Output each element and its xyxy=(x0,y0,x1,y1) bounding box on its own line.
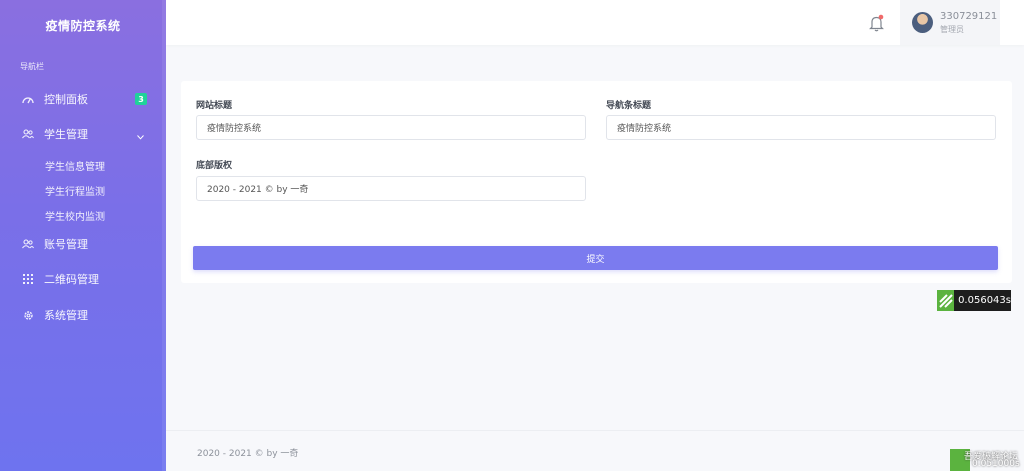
settings-card: 网站标题 疫情防控系统 导航条标题 疫情防控系统 底部版权 2020 - 202… xyxy=(181,81,1012,283)
sidebar-subitem-campus-monitor[interactable]: 学生校内监测 xyxy=(45,208,105,223)
qrcode-icon xyxy=(22,273,34,285)
avatar xyxy=(912,12,933,33)
sidebar-item-label: 二维码管理 xyxy=(44,273,99,286)
leaf-logo-icon xyxy=(937,290,955,311)
sidebar-item-label: 学生管理 xyxy=(44,128,88,141)
footer-copyright: 2020 - 2021 © by 一奇 xyxy=(197,449,299,459)
copyright-input[interactable]: 2020 - 2021 © by 一奇 xyxy=(196,176,586,201)
nav-caption: 导航栏 xyxy=(20,62,44,71)
sidebar-subitem-student-info[interactable]: 学生信息管理 xyxy=(45,158,105,173)
site-title-input[interactable]: 疫情防控系统 xyxy=(196,115,586,140)
user-name: 330729121 xyxy=(940,11,998,22)
watermark-timer: 0.051000s xyxy=(972,459,1020,469)
notification-badge: 3 xyxy=(135,93,147,105)
user-menu[interactable]: 330729121 管理员 xyxy=(900,0,1000,45)
sidebar-item-qrcode[interactable]: 二维码管理 xyxy=(0,266,166,292)
sidebar-item-dashboard[interactable]: 控制面板 3 xyxy=(0,86,166,112)
user-role: 管理员 xyxy=(940,25,964,34)
dashboard-icon xyxy=(22,93,34,105)
sidebar-item-accounts[interactable]: 账号管理 xyxy=(0,231,166,257)
chevron-down-icon xyxy=(137,130,144,143)
users-icon xyxy=(22,128,34,140)
site-title-label: 网站标题 xyxy=(196,101,233,111)
nav-title-input[interactable]: 疫情防控系统 xyxy=(606,115,996,140)
sidebar-item-label: 控制面板 xyxy=(44,93,88,106)
nav-title-label: 导航条标题 xyxy=(606,101,652,111)
sidebar: 疫情防控系统 导航栏 控制面板 3 学生管理 学生信息管理 学生行程监测 学生校… xyxy=(0,0,166,471)
sidebar-subitem-student-trip[interactable]: 学生行程监测 xyxy=(45,183,105,198)
sidebar-item-students[interactable]: 学生管理 xyxy=(0,121,166,147)
sidebar-item-system[interactable]: 系统管理 xyxy=(0,302,166,328)
gear-icon xyxy=(22,309,34,321)
footer-divider xyxy=(166,430,1024,431)
submit-button[interactable]: 提交 xyxy=(193,246,998,270)
timer-value: 0.056043s xyxy=(958,295,1011,306)
sidebar-item-label: 系统管理 xyxy=(44,309,88,322)
page-timer-badge: 0.056043s xyxy=(937,290,1011,311)
copyright-label: 底部版权 xyxy=(196,161,233,171)
sidebar-item-label: 账号管理 xyxy=(44,238,88,251)
account-icon xyxy=(22,238,34,250)
brand-title: 疫情防控系统 xyxy=(45,18,121,33)
bell-icon[interactable] xyxy=(869,14,885,32)
top-bar: 330729121 管理员 xyxy=(166,0,1024,45)
watermark: 吾爱破解论坛 0.051000s xyxy=(950,449,1024,471)
